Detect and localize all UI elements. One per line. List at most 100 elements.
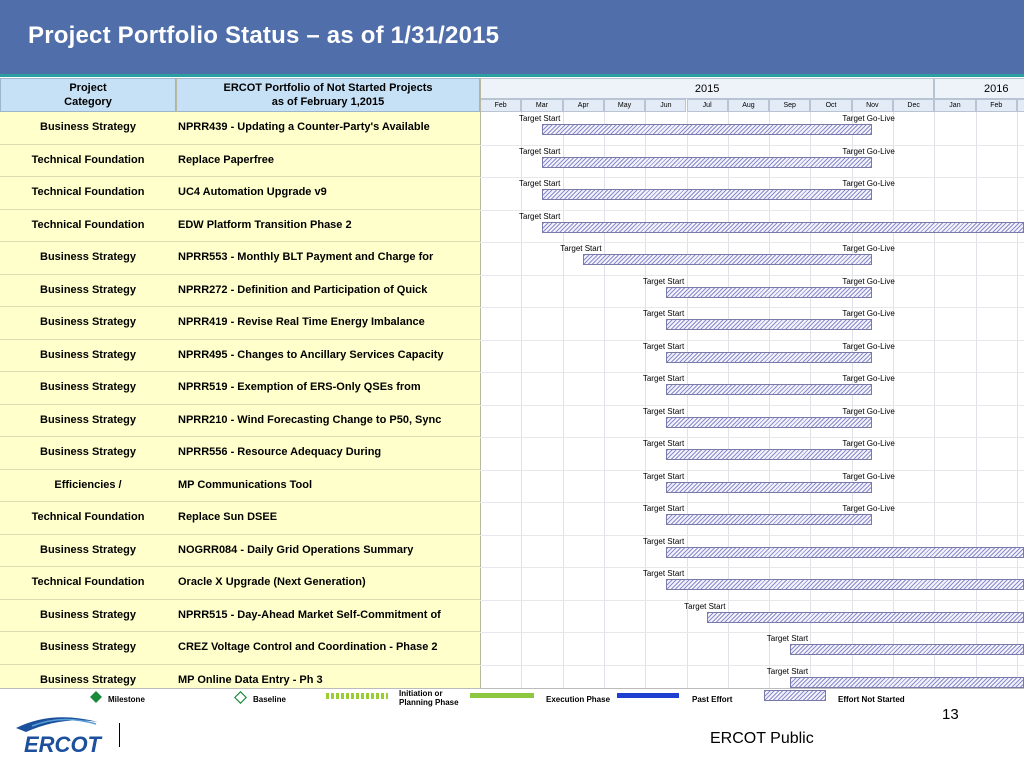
row-grid-line — [480, 177, 1024, 178]
row-grid-line — [480, 664, 1024, 666]
target-start-label: Target Start — [518, 146, 561, 156]
project-category: Business Strategy — [40, 381, 136, 393]
footer — [0, 708, 1024, 768]
not-started-bar — [665, 384, 873, 395]
timeline-month: Jul — [686, 99, 728, 112]
project-name: NPRR556 - Resource Adequacy During — [178, 446, 382, 458]
project-name: NPRR519 - Exemption of ERS-Only QSEs fro… — [178, 381, 421, 393]
svg-text:ERCOT: ERCOT — [24, 732, 103, 756]
legend-past: Past Effort — [692, 695, 733, 704]
not-started-bar — [541, 189, 873, 200]
project-category: Business Strategy — [40, 316, 136, 328]
not-started-bar — [583, 254, 873, 265]
row-grid-line — [480, 339, 1024, 341]
target-start-label: Target Start — [518, 179, 561, 188]
target-golive-label: Target Go-Live — [842, 244, 895, 253]
target-start-label: Target Start — [766, 666, 809, 676]
target-start-label: Target Start — [642, 471, 685, 481]
timeline-year: 2016 — [934, 78, 1024, 99]
project-name: NPRR419 - Revise Real Time Energy Imbala… — [178, 316, 425, 328]
timeline-month: Mar — [521, 99, 563, 112]
timeline-month: Nov — [851, 99, 893, 112]
project-category: Business Strategy — [40, 121, 136, 133]
project-name: MP Online Data Entry - Ph 3 — [178, 673, 323, 686]
project-category: Business Strategy — [40, 283, 136, 296]
target-golive-label: Target Go-Live — [842, 276, 895, 286]
not-started-bar — [789, 644, 1024, 655]
project-category: Efficiencies / — [54, 478, 122, 491]
row-grid-line — [480, 469, 1024, 471]
target-start-label: Target Start — [642, 439, 685, 448]
project-category: Business Strategy — [40, 251, 136, 263]
target-start-label: Target Start — [518, 211, 561, 221]
not-started-bar — [665, 481, 873, 493]
legend-initiation: Initiation or Planning Phase — [399, 689, 459, 707]
project-category: Technical Foundation — [31, 576, 145, 588]
slide-title: Project Portfolio Status – as of 1/31/20… — [28, 22, 500, 49]
initiation-swatch — [326, 693, 388, 699]
project-name: UC4 Automation Upgrade v9 — [178, 186, 327, 198]
timeline-month: Sep — [769, 99, 811, 112]
timeline-month: Dec — [893, 99, 935, 112]
row-grid-line — [480, 209, 1024, 211]
header-category: Project Category — [0, 78, 176, 112]
project-name: NPRR515 - Day-Ahead Market Self-Commitme… — [178, 608, 441, 621]
row-grid-line — [480, 307, 1024, 308]
target-golive-label: Target Go-Live — [842, 439, 895, 448]
timeline-month: Jan — [934, 99, 976, 112]
target-start-label: Target Start — [642, 569, 685, 578]
project-category: Business Strategy — [40, 543, 136, 556]
not-started-bar — [665, 416, 873, 428]
project-name: NPRR439 - Updating a Counter-Party's Ava… — [178, 121, 430, 133]
target-golive-label: Target Go-Live — [842, 504, 895, 513]
title-bar: Project Portfolio Status – as of 1/31/20… — [0, 0, 1024, 76]
not-started-bar — [665, 286, 873, 298]
logo-divider — [119, 723, 120, 747]
timeline-month: Feb — [975, 99, 1017, 112]
row-grid-line — [480, 534, 1024, 536]
row-grid-line — [480, 274, 1024, 276]
legend: Milestone Baseline Initiation or Plannin… — [0, 688, 1024, 709]
project-name: EDW Platform Transition Phase 2 — [178, 218, 352, 231]
project-name: MP Communications Tool — [178, 478, 313, 491]
row-grid-line — [480, 502, 1024, 503]
target-golive-label: Target Go-Live — [842, 374, 895, 383]
project-name: NPRR272 - Definition and Participation o… — [178, 283, 428, 296]
row-grid-line — [480, 404, 1024, 406]
grid-line — [975, 112, 977, 690]
not-started-bar — [665, 351, 873, 363]
project-name: NPRR495 - Changes to Ancillary Services … — [178, 348, 444, 361]
target-golive-label: Target Go-Live — [842, 179, 895, 188]
target-start-label: Target Start — [642, 374, 685, 383]
project-category: Business Strategy — [40, 413, 136, 426]
timeline-month: Apr — [562, 99, 604, 112]
execution-swatch — [470, 693, 534, 698]
not-started-bar — [707, 611, 1024, 623]
not-started-bar — [541, 221, 1024, 233]
target-start-label: Target Start — [642, 504, 685, 513]
target-start-label: Target Start — [642, 309, 685, 318]
target-start-label: Target Start — [642, 536, 685, 546]
project-name: NOGRR084 - Daily Grid Operations Summary — [178, 543, 414, 556]
row-grid-line — [480, 372, 1024, 373]
ercot-logo: ERCOT — [12, 712, 122, 757]
project-category: Business Strategy — [40, 673, 136, 686]
row-grid-line — [480, 632, 1024, 633]
not-started-bar — [665, 579, 1024, 590]
classification-label: ERCOT Public — [710, 730, 814, 747]
grid-line — [1016, 112, 1018, 690]
target-golive-label: Target Go-Live — [842, 114, 895, 123]
project-name: Replace Paperfree — [178, 153, 274, 166]
target-golive-label: Target Go-Live — [842, 341, 895, 351]
row-grid-line — [480, 144, 1024, 146]
grid-line — [893, 112, 894, 690]
target-start-label: Target Start — [642, 276, 685, 286]
project-category: Business Strategy — [40, 446, 136, 458]
column-divider — [480, 78, 481, 690]
grid-line — [934, 112, 936, 690]
not-started-bar — [665, 514, 873, 525]
not-started-bar — [789, 676, 1024, 688]
legend-not-started: Effort Not Started — [838, 695, 905, 704]
target-golive-label: Target Go-Live — [842, 471, 895, 481]
not-started-bar — [541, 124, 873, 135]
